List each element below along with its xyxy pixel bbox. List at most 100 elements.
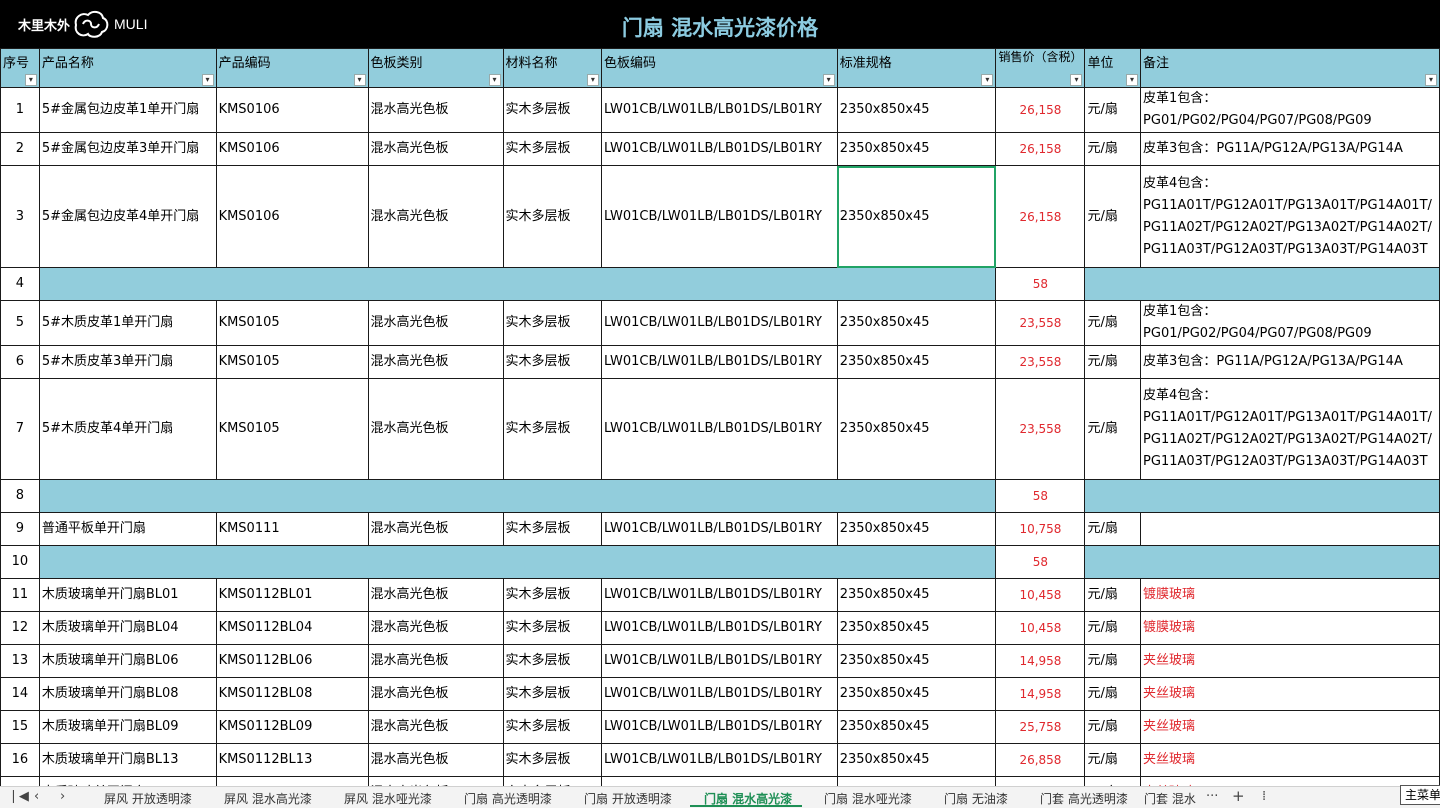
band-fill-cell[interactable] — [1084, 267, 1440, 301]
filter-dropdown-icon[interactable]: ▾ — [201, 74, 214, 86]
filter-dropdown-icon[interactable]: ▾ — [1425, 74, 1437, 86]
product-name-cell[interactable]: 5#木质皮革4单开门扇 — [38, 378, 217, 480]
note-cell[interactable]: 夹丝玻璃 — [1140, 677, 1440, 711]
price-cell[interactable]: 18,058 — [995, 776, 1086, 786]
color-code-cell[interactable]: LW01CB/LW01LB/LB01DS/LB01RY — [600, 677, 838, 711]
sheet-tab[interactable]: 屏风 开放透明漆 — [104, 790, 192, 807]
spec-cell[interactable]: 2350x850x45 — [836, 743, 997, 777]
material-cell[interactable]: 实木多层板 — [502, 677, 602, 711]
row-index-cell[interactable]: 1 — [0, 87, 40, 133]
note-cell[interactable]: 夹丝玻璃 — [1140, 776, 1440, 786]
product-name-cell[interactable]: 木质玻璃单开门扇BL08 — [38, 677, 217, 711]
filter-dropdown-icon[interactable]: ▾ — [488, 74, 501, 86]
note-cell[interactable]: 皮革3包含：PG11A/PG12A/PG13A/PG14A — [1140, 345, 1440, 379]
product-name-cell[interactable]: 5#木质皮革1单开门扇 — [38, 300, 217, 346]
spec-cell[interactable]: 2350x850x45 — [836, 644, 997, 678]
product-code-cell[interactable]: KMS0112BL09 — [215, 710, 369, 744]
next-sheet-icon[interactable]: › — [60, 789, 65, 804]
product-code-cell[interactable]: KMS0105 — [215, 378, 369, 480]
sheet-tab[interactable]: 门扇 高光透明漆 — [464, 790, 552, 807]
product-code-cell[interactable]: KMS0106 — [215, 87, 369, 133]
material-cell[interactable]: 实木多层板 — [502, 87, 602, 133]
material-cell[interactable]: 实木多层板 — [502, 578, 602, 612]
note-cell[interactable]: 夹丝玻璃 — [1140, 743, 1440, 777]
unit-cell[interactable]: 元/扇 — [1084, 87, 1142, 133]
band-fill-cell[interactable] — [38, 545, 997, 579]
color-category-cell[interactable]: 混水高光色板 — [367, 345, 504, 379]
price-cell[interactable]: 26,158 — [995, 165, 1086, 268]
filter-dropdown-icon[interactable]: ▾ — [822, 74, 835, 86]
note-cell[interactable]: 皮革1包含： PG01/PG02/PG04/PG07/PG08/PG09 — [1140, 300, 1440, 346]
product-code-cell[interactable]: KMS0111 — [215, 512, 369, 546]
product-code-cell[interactable]: KMS0112BL06 — [215, 644, 369, 678]
material-cell[interactable]: 实木多层板 — [502, 710, 602, 744]
color-code-cell[interactable]: LW01CB/LW01LB/LB01DS/LB01RY — [600, 710, 838, 744]
row-index-cell[interactable]: 12 — [0, 611, 40, 645]
spec-cell[interactable]: 2350x850x45 — [836, 677, 997, 711]
color-code-cell[interactable]: LW01CB/LW01LB/LB01DS/LB01RY — [600, 776, 838, 786]
add-sheet-button[interactable]: + — [1232, 787, 1245, 805]
spec-cell[interactable]: 2350x850x45 — [836, 132, 997, 166]
color-category-cell[interactable]: 混水高光色板 — [367, 677, 504, 711]
band-fill-cell[interactable] — [1084, 479, 1440, 513]
note-cell[interactable]: 皮革3包含：PG11A/PG12A/PG13A/PG14A — [1140, 132, 1440, 166]
unit-cell[interactable]: 元/扇 — [1084, 378, 1142, 480]
color-code-cell[interactable]: LW01CB/LW01LB/LB01DS/LB01RY — [600, 578, 838, 612]
color-category-cell[interactable]: 混水高光色板 — [367, 644, 504, 678]
col-header-unit[interactable]: 单位 ▾ — [1084, 48, 1142, 88]
color-category-cell[interactable]: 混水高光色板 — [367, 165, 504, 268]
col-header-spec[interactable]: 标准规格 ▾ — [836, 48, 997, 88]
first-sheet-icon[interactable]: ❘◀ — [8, 789, 29, 804]
sheet-tab[interactable]: 屏风 混水高光漆 — [224, 790, 312, 807]
product-code-cell[interactable]: KMS0112BL08 — [215, 677, 369, 711]
unit-cell[interactable]: 元/扇 — [1084, 776, 1142, 786]
price-cell[interactable]: 23,558 — [995, 345, 1086, 379]
band-fill-cell[interactable] — [38, 267, 997, 301]
material-cell[interactable]: 实木多层板 — [502, 378, 602, 480]
color-code-cell[interactable]: LW01CB/LW01LB/LB01DS/LB01RY — [600, 300, 838, 346]
price-cell[interactable]: 10,458 — [995, 611, 1086, 645]
color-category-cell[interactable]: 混水高光色板 — [367, 87, 504, 133]
product-name-cell[interactable]: 木质玻璃单开门扇BL13 — [38, 743, 217, 777]
material-cell[interactable]: 实木多层板 — [502, 776, 602, 786]
color-code-cell[interactable]: LW01CB/LW01LB/LB01DS/LB01RY — [600, 87, 838, 133]
price-cell[interactable]: 10,458 — [995, 578, 1086, 612]
material-cell[interactable]: 实木多层板 — [502, 512, 602, 546]
product-name-cell[interactable]: 木质玻璃单开门扇BL01 — [38, 578, 217, 612]
row-index-cell[interactable]: 17 — [0, 776, 40, 786]
sheet-tab[interactable]: 门扇 无油漆 — [944, 790, 1008, 807]
filter-dropdown-icon[interactable]: ▾ — [24, 74, 37, 86]
color-category-cell[interactable]: 混水高光色板 — [367, 710, 504, 744]
band-fill-cell[interactable] — [1084, 545, 1440, 579]
product-name-cell[interactable]: 木质玻璃单开门扇BL04 — [38, 611, 217, 645]
col-header-material[interactable]: 材料名称 ▾ — [502, 48, 602, 88]
material-cell[interactable]: 实木多层板 — [502, 743, 602, 777]
filter-dropdown-icon[interactable]: ▾ — [981, 74, 994, 86]
material-cell[interactable]: 实木多层板 — [502, 300, 602, 346]
color-category-cell[interactable]: 混水高光色板 — [367, 378, 504, 480]
note-cell[interactable]: 皮革1包含： PG01/PG02/PG04/PG07/PG08/PG09 — [1140, 87, 1440, 133]
price-cell[interactable]: 25,758 — [995, 710, 1086, 744]
spec-cell[interactable]: 2350x850x45 — [836, 776, 997, 786]
col-header-price[interactable]: 销售价（含税） ▾ — [995, 48, 1086, 88]
product-name-cell[interactable]: 木质玻璃单开门扇BL09 — [38, 710, 217, 744]
note-cell[interactable]: 夹丝玻璃 — [1140, 644, 1440, 678]
material-cell[interactable]: 实木多层板 — [502, 644, 602, 678]
col-header-note[interactable]: 备注 ▾ — [1140, 48, 1440, 88]
material-cell[interactable]: 实木多层板 — [502, 345, 602, 379]
color-code-cell[interactable]: LW01CB/LW01LB/LB01DS/LB01RY — [600, 611, 838, 645]
unit-cell[interactable]: 元/扇 — [1084, 677, 1142, 711]
spreadsheet-grid[interactable]: 序号 ▾ 产品名称 ▾ 产品编码 ▾ 色板类别 ▾ 材料名称 ▾ 色板编码 ▾ 标准规格 ▾ 销售价（含税）… — [0, 48, 1440, 786]
row-index-cell[interactable]: 3 — [0, 165, 40, 268]
row-index-cell[interactable]: 10 — [0, 545, 40, 579]
row-index-cell[interactable]: 2 — [0, 132, 40, 166]
material-cell[interactable]: 实木多层板 — [502, 611, 602, 645]
col-header-product-name[interactable]: 产品名称 ▾ — [38, 48, 217, 88]
spec-cell[interactable]: 2350x850x45 — [836, 300, 997, 346]
unit-cell[interactable]: 元/扇 — [1084, 710, 1142, 744]
product-code-cell[interactable]: KMS0105 — [215, 345, 369, 379]
color-code-cell[interactable]: LW01CB/LW01LB/LB01DS/LB01RY — [600, 512, 838, 546]
col-header-color-code[interactable]: 色板编码 ▾ — [600, 48, 838, 88]
unit-cell[interactable]: 元/扇 — [1084, 743, 1142, 777]
row-index-cell[interactable]: 11 — [0, 578, 40, 612]
